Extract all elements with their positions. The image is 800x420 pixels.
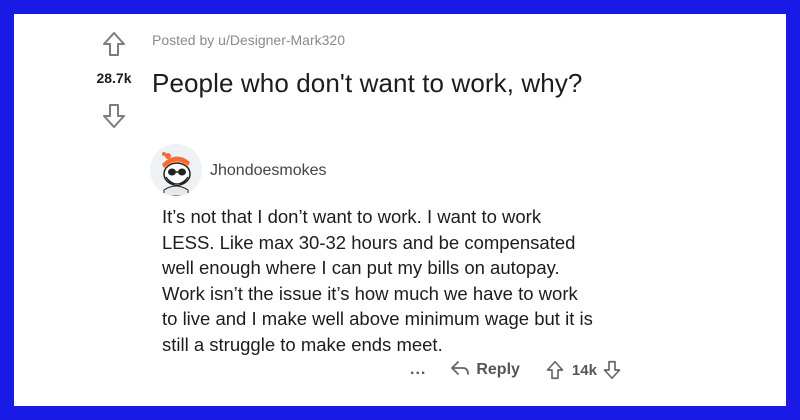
post-card: 28.7k Posted by u/Designer-Mark320 Peopl… — [14, 14, 786, 406]
comment-line: Work isn’t the issue it’s how much we ha… — [162, 282, 578, 304]
comment-line: LESS. Like max 30-32 hours and be compen… — [162, 231, 576, 253]
posted-by[interactable]: Posted by u/Designer-Mark320 — [152, 32, 345, 48]
comment-line: well enough where I can put my bills on … — [162, 257, 560, 278]
comment-body: It’s not that I don’t want to work. I wa… — [162, 204, 722, 357]
reply-icon — [450, 359, 470, 382]
comment-username[interactable]: Jhondoesmokes — [210, 162, 327, 180]
comment-score: 14k — [571, 361, 597, 379]
more-options-button[interactable]: ... — [410, 361, 426, 379]
reply-label: Reply — [476, 361, 520, 378]
upvote-icon[interactable] — [100, 30, 128, 58]
comment-line: It’s not that I don’t want to work. I wa… — [162, 206, 542, 227]
comment-upvote-icon[interactable] — [546, 360, 564, 380]
reply-button[interactable]: Reply — [450, 359, 520, 382]
snoo-avatar-icon[interactable] — [150, 144, 202, 196]
comment-downvote-icon[interactable] — [603, 360, 621, 380]
downvote-icon[interactable] — [100, 102, 128, 130]
comment-action-bar: ... Reply 14k — [410, 354, 621, 386]
post-title[interactable]: People who don't want to work, why? — [152, 68, 582, 99]
comment-line: to live and I make well above minimum wa… — [162, 308, 593, 329]
post-vote-column: 28.7k — [84, 30, 144, 140]
post-score: 28.7k — [96, 70, 132, 86]
